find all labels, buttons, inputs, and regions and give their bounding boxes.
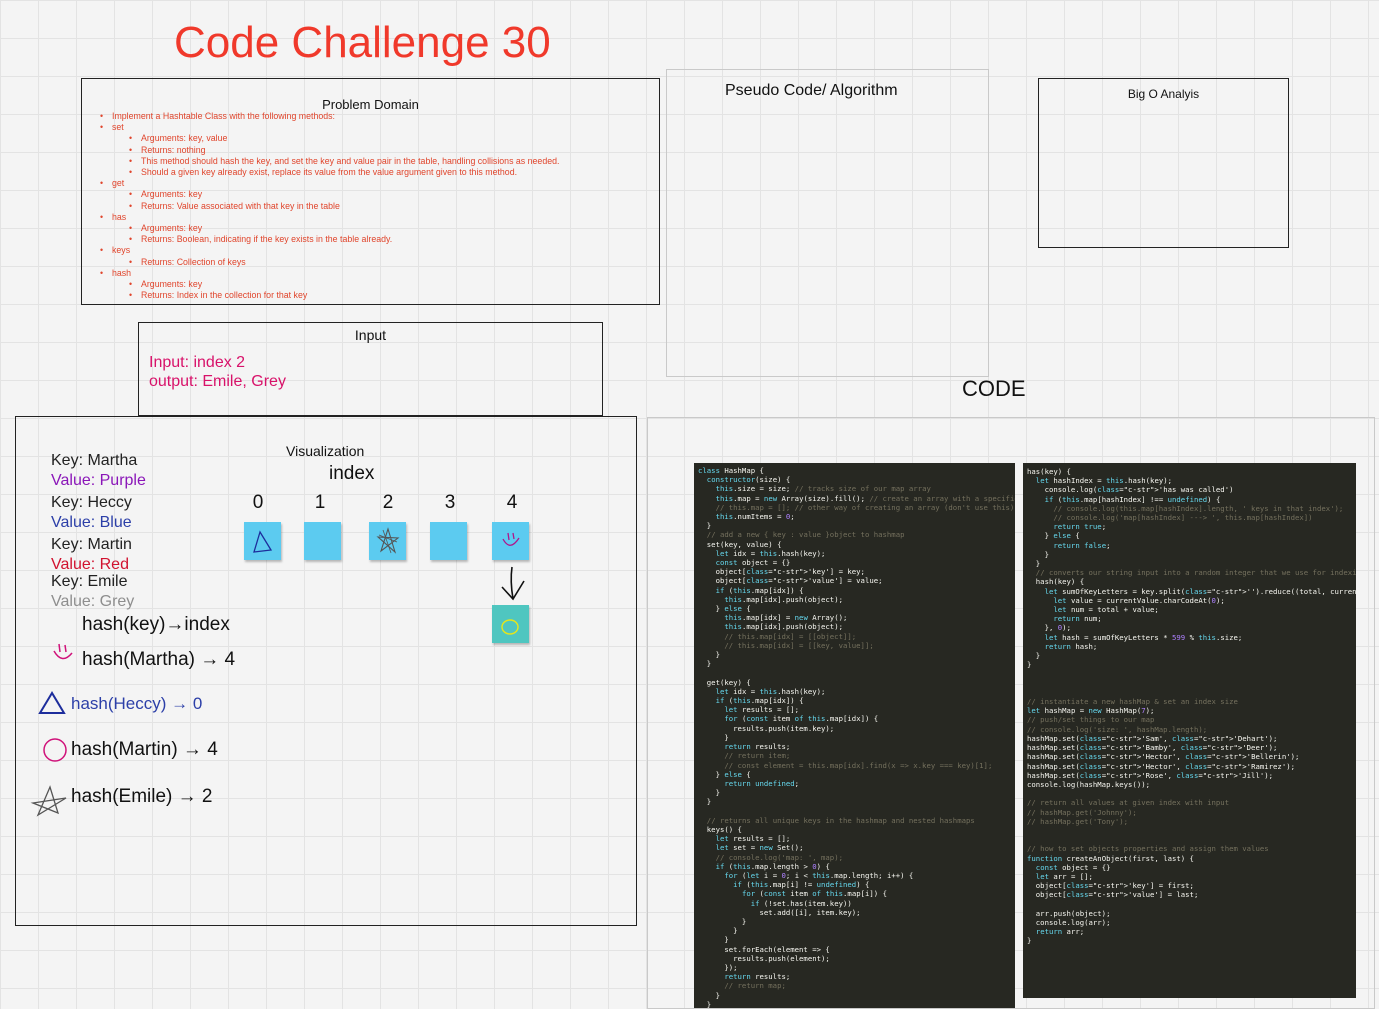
index-4: 4 [506,492,518,513]
bucket-0-sticky[interactable] [244,522,281,560]
pair-emile: Key: Emile Value: Grey [51,572,134,612]
pair-martin: Key: Martin Value: Red [51,535,132,575]
hash-row-martha: hash(Martha) → 4 [82,649,236,670]
big-o-frame[interactable]: Big O Analyis [1038,78,1289,248]
requirement-item: This method should hash the key, and set… [129,156,559,167]
triangle-icon [253,530,273,553]
output-line: output: Emile, Grey [149,373,286,390]
code-label: CODE [962,376,1026,401]
pseudo-code-title: Pseudo Code/ Algorithm [725,82,898,99]
requirement-item: set [100,122,559,133]
index-label: index [329,463,375,484]
requirement-item: hash [100,268,559,279]
code-panel-left[interactable]: class HashMap { constructor(size) { this… [694,463,1015,1008]
pseudo-code-frame[interactable]: Pseudo Code/ Algorithm [666,69,989,377]
bucket-1-sticky[interactable] [304,522,341,560]
triangle-icon [38,691,66,714]
input-line: Input: index 2 [149,354,246,371]
visualization-title: Visualization [286,443,365,459]
bucket-2-sticky[interactable] [369,522,406,560]
requirement-item: Returns: Collection of keys [129,257,559,268]
pair-martha: Key: Martha Value: Purple [51,451,146,491]
hash-row-emile: hash(Emile) → 2 [71,786,213,807]
pair-key: Key: Martin [51,536,132,553]
requirement-item: Implement a Hashtable Class with the fol… [100,111,559,122]
star-icon [376,527,400,554]
hash-row-martin: hash(Martin) → 4 [71,739,218,760]
code-left-text: class HashMap { constructor(size) { this… [698,466,1015,1008]
smile-icon [53,643,73,660]
pair-value: Value: Grey [51,593,135,610]
requirement-item: keys [100,245,559,256]
requirement-item: get [100,178,559,189]
down-arrow-icon [501,566,525,601]
index-2: 2 [382,492,394,513]
input-title: Input [354,327,387,343]
visualization-frame[interactable]: Visualization index Key: Martha Value: P… [15,416,637,926]
requirement-item: Arguments: key [129,189,559,200]
bucket-3-sticky[interactable] [430,522,467,560]
requirement-item: has [100,212,559,223]
index-3: 3 [444,492,456,513]
pair-value: Value: Purple [51,472,146,489]
smile-icon [502,532,520,546]
requirement-item: Returns: nothing [129,145,559,156]
requirements-list: Implement a Hashtable Class with the fol… [100,111,559,302]
big-o-title: Big O Analyis [1127,87,1200,101]
board-title: Code Challenge 30 [174,18,551,67]
input-frame[interactable]: Input Input: index 2 output: Emile, Grey [138,322,603,416]
requirement-item: Returns: Index in the collection for tha… [129,290,559,301]
circle-icon [501,619,519,635]
pair-key: Key: Emile [51,573,128,590]
input-example: Input: index 2 output: Emile, Grey [149,353,286,391]
star-icon [30,785,67,817]
problem-domain-title: Problem Domain [322,97,419,112]
hash-formula: hash(key)→index [82,614,230,635]
circle-icon [43,738,67,762]
hash-row-heccy: hash(Heccy) → 0 [71,694,203,713]
index-0: 0 [252,492,264,513]
requirement-item: Arguments: key [129,279,559,290]
requirement-item: Returns: Value associated with that key … [129,201,559,212]
pair-key: Key: Heccy [51,494,132,511]
chained-node-sticky[interactable] [492,605,529,643]
code-right-text: has(key) { let hashIndex = this.hash(key… [1027,467,1356,946]
requirement-item: Returns: Boolean, indicating if the key … [129,234,559,245]
pair-key: Key: Martha [51,452,138,469]
bucket-4-sticky[interactable] [492,522,529,560]
requirement-item: Should a given key already exist, replac… [129,167,559,178]
pair-heccy: Key: Heccy Value: Blue [51,493,132,533]
code-panel-right[interactable]: has(key) { let hashIndex = this.hash(key… [1023,463,1356,998]
pair-value: Value: Blue [51,514,132,531]
index-1: 1 [314,492,326,513]
problem-domain-frame[interactable]: Problem Domain Implement a Hashtable Cla… [81,78,660,305]
requirement-item: Arguments: key, value [129,133,559,144]
requirement-item: Arguments: key [129,223,559,234]
